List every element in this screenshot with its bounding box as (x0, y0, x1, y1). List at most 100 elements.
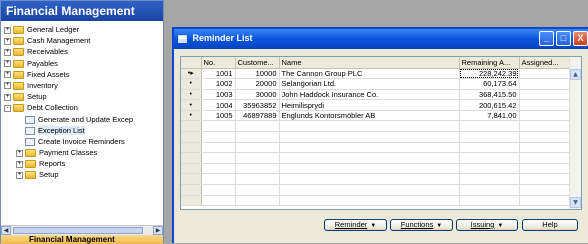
empty-cell[interactable] (519, 163, 572, 175)
nav-tree-item[interactable]: + Setup (1, 169, 163, 180)
nav-tree-item[interactable]: + General Ledger (1, 24, 163, 35)
column-header-remaining-amount[interactable]: Remaining A... (459, 57, 520, 69)
empty-cell[interactable] (519, 152, 572, 164)
scroll-down-icon[interactable]: ▼ (570, 197, 581, 208)
cell-no[interactable]: 1001 (201, 68, 236, 80)
empty-cell[interactable] (519, 131, 572, 143)
row-selector[interactable] (181, 120, 202, 133)
empty-cell[interactable] (279, 163, 460, 175)
expand-icon[interactable]: + (4, 60, 11, 68)
nav-tree-item[interactable]: + Fixed Assets (1, 69, 163, 80)
cell-assigned[interactable] (519, 110, 572, 122)
cell-name[interactable]: Selangorian Ltd. (279, 78, 460, 90)
table-row[interactable]: •▸ 1001 10000 The Cannon Group PLC 228,242.3… (181, 68, 572, 80)
scroll-up-icon[interactable]: ▲ (570, 69, 581, 80)
empty-cell[interactable] (201, 195, 236, 207)
cell-name[interactable]: The Cannon Group PLC (279, 68, 460, 80)
empty-cell[interactable] (201, 131, 236, 143)
minimize-button[interactable]: _ (539, 31, 554, 46)
help-button[interactable]: Help (522, 219, 578, 231)
empty-cell[interactable] (235, 120, 280, 133)
cell-no[interactable]: 1003 (201, 89, 236, 101)
column-header-customer[interactable]: Custome... (235, 57, 280, 69)
nav-tree-item[interactable]: + Cash Management (1, 35, 163, 46)
empty-table-row[interactable] (181, 173, 572, 186)
cell-remaining-amount[interactable]: 200,615.42 (459, 99, 520, 111)
expand-icon[interactable]: + (16, 171, 23, 179)
row-selector[interactable] (181, 131, 202, 143)
empty-cell[interactable] (279, 173, 460, 186)
reminder-menu-button[interactable]: Reminder ▼ (324, 219, 387, 231)
empty-cell[interactable] (201, 152, 236, 164)
row-selector[interactable] (181, 152, 202, 164)
cell-no[interactable]: 1005 (201, 110, 236, 122)
cell-customer-no[interactable]: 30000 (235, 89, 280, 101)
empty-cell[interactable] (279, 131, 460, 143)
empty-cell[interactable] (201, 120, 236, 133)
expand-icon[interactable]: + (16, 149, 23, 157)
empty-cell[interactable] (201, 142, 236, 154)
expand-icon[interactable]: + (4, 48, 11, 56)
empty-cell[interactable] (279, 195, 460, 207)
row-selector[interactable] (181, 184, 202, 196)
cell-assigned[interactable] (519, 68, 572, 80)
cell-remaining-amount[interactable]: 228,242.39 (459, 68, 520, 80)
cell-customer-no[interactable]: 35963852 (235, 99, 280, 111)
nav-tree-item[interactable]: + Receivables (1, 46, 163, 57)
empty-cell[interactable] (459, 120, 520, 133)
table-row[interactable]: • 1005 46897889 Englunds Kontorsmöbler AB 7,… (181, 110, 572, 122)
close-button[interactable]: X (573, 31, 588, 46)
nav-tree-item[interactable]: Generate and Update Excep (1, 114, 163, 125)
cell-no[interactable]: 1002 (201, 78, 236, 90)
row-selector[interactable]: • (181, 78, 202, 90)
empty-table-row[interactable] (181, 152, 572, 164)
cell-remaining-amount[interactable]: 7,841.00 (459, 110, 520, 122)
maximize-button[interactable]: □ (556, 31, 571, 46)
column-header-no[interactable]: No. (201, 57, 236, 69)
empty-cell[interactable] (459, 173, 520, 186)
column-header-assigned[interactable]: Assigned... (519, 57, 572, 69)
nav-tree-item[interactable]: + Payment Classes (1, 147, 163, 158)
nav-tree-item[interactable]: - Debt Collection (1, 102, 163, 113)
row-selector[interactable] (181, 195, 202, 207)
nav-tree-item[interactable]: Exception List (1, 125, 163, 136)
expand-icon[interactable]: + (4, 82, 11, 90)
expand-icon[interactable]: + (4, 93, 11, 101)
nav-tree-item[interactable]: Create Invoice Reminders (1, 136, 163, 147)
empty-cell[interactable] (459, 184, 520, 196)
empty-cell[interactable] (459, 163, 520, 175)
empty-cell[interactable] (235, 131, 280, 143)
expand-icon[interactable]: + (16, 160, 23, 168)
functions-menu-button[interactable]: Functions ▼ (390, 219, 453, 231)
empty-table-row[interactable] (181, 195, 572, 207)
cell-assigned[interactable] (519, 78, 572, 90)
scroll-right-icon[interactable]: ▶ (153, 226, 163, 235)
table-row[interactable]: • 1002 20000 Selangorian Ltd. 60,173.64 (181, 78, 572, 90)
empty-cell[interactable] (459, 131, 520, 143)
empty-cell[interactable] (201, 173, 236, 186)
row-selector[interactable] (181, 163, 202, 175)
empty-cell[interactable] (201, 163, 236, 175)
issuing-menu-button[interactable]: Issuing ▼ (456, 219, 518, 231)
cell-customer-no[interactable]: 20000 (235, 78, 280, 90)
nav-tree-item[interactable]: + Setup (1, 91, 163, 102)
cell-remaining-amount[interactable]: 368,415.50 (459, 89, 520, 101)
empty-cell[interactable] (235, 173, 280, 186)
empty-cell[interactable] (201, 184, 236, 196)
row-selector[interactable]: • (181, 89, 202, 101)
empty-cell[interactable] (519, 142, 572, 154)
collapse-icon[interactable]: - (4, 104, 11, 112)
cell-name[interactable]: John Haddock Insurance Co. (279, 89, 460, 101)
row-selector[interactable] (181, 173, 202, 186)
cell-customer-no[interactable]: 46897889 (235, 110, 280, 122)
empty-table-row[interactable] (181, 163, 572, 175)
empty-cell[interactable] (519, 173, 572, 186)
empty-cell[interactable] (519, 195, 572, 207)
empty-cell[interactable] (459, 142, 520, 154)
table-row[interactable]: • 1003 30000 John Haddock Insurance Co. 368,… (181, 89, 572, 101)
expand-icon[interactable]: + (4, 71, 11, 79)
cell-assigned[interactable] (519, 99, 572, 111)
empty-table-row[interactable] (181, 120, 572, 133)
empty-cell[interactable] (519, 120, 572, 133)
window-titlebar[interactable]: Reminder List _ □ X (174, 29, 588, 49)
